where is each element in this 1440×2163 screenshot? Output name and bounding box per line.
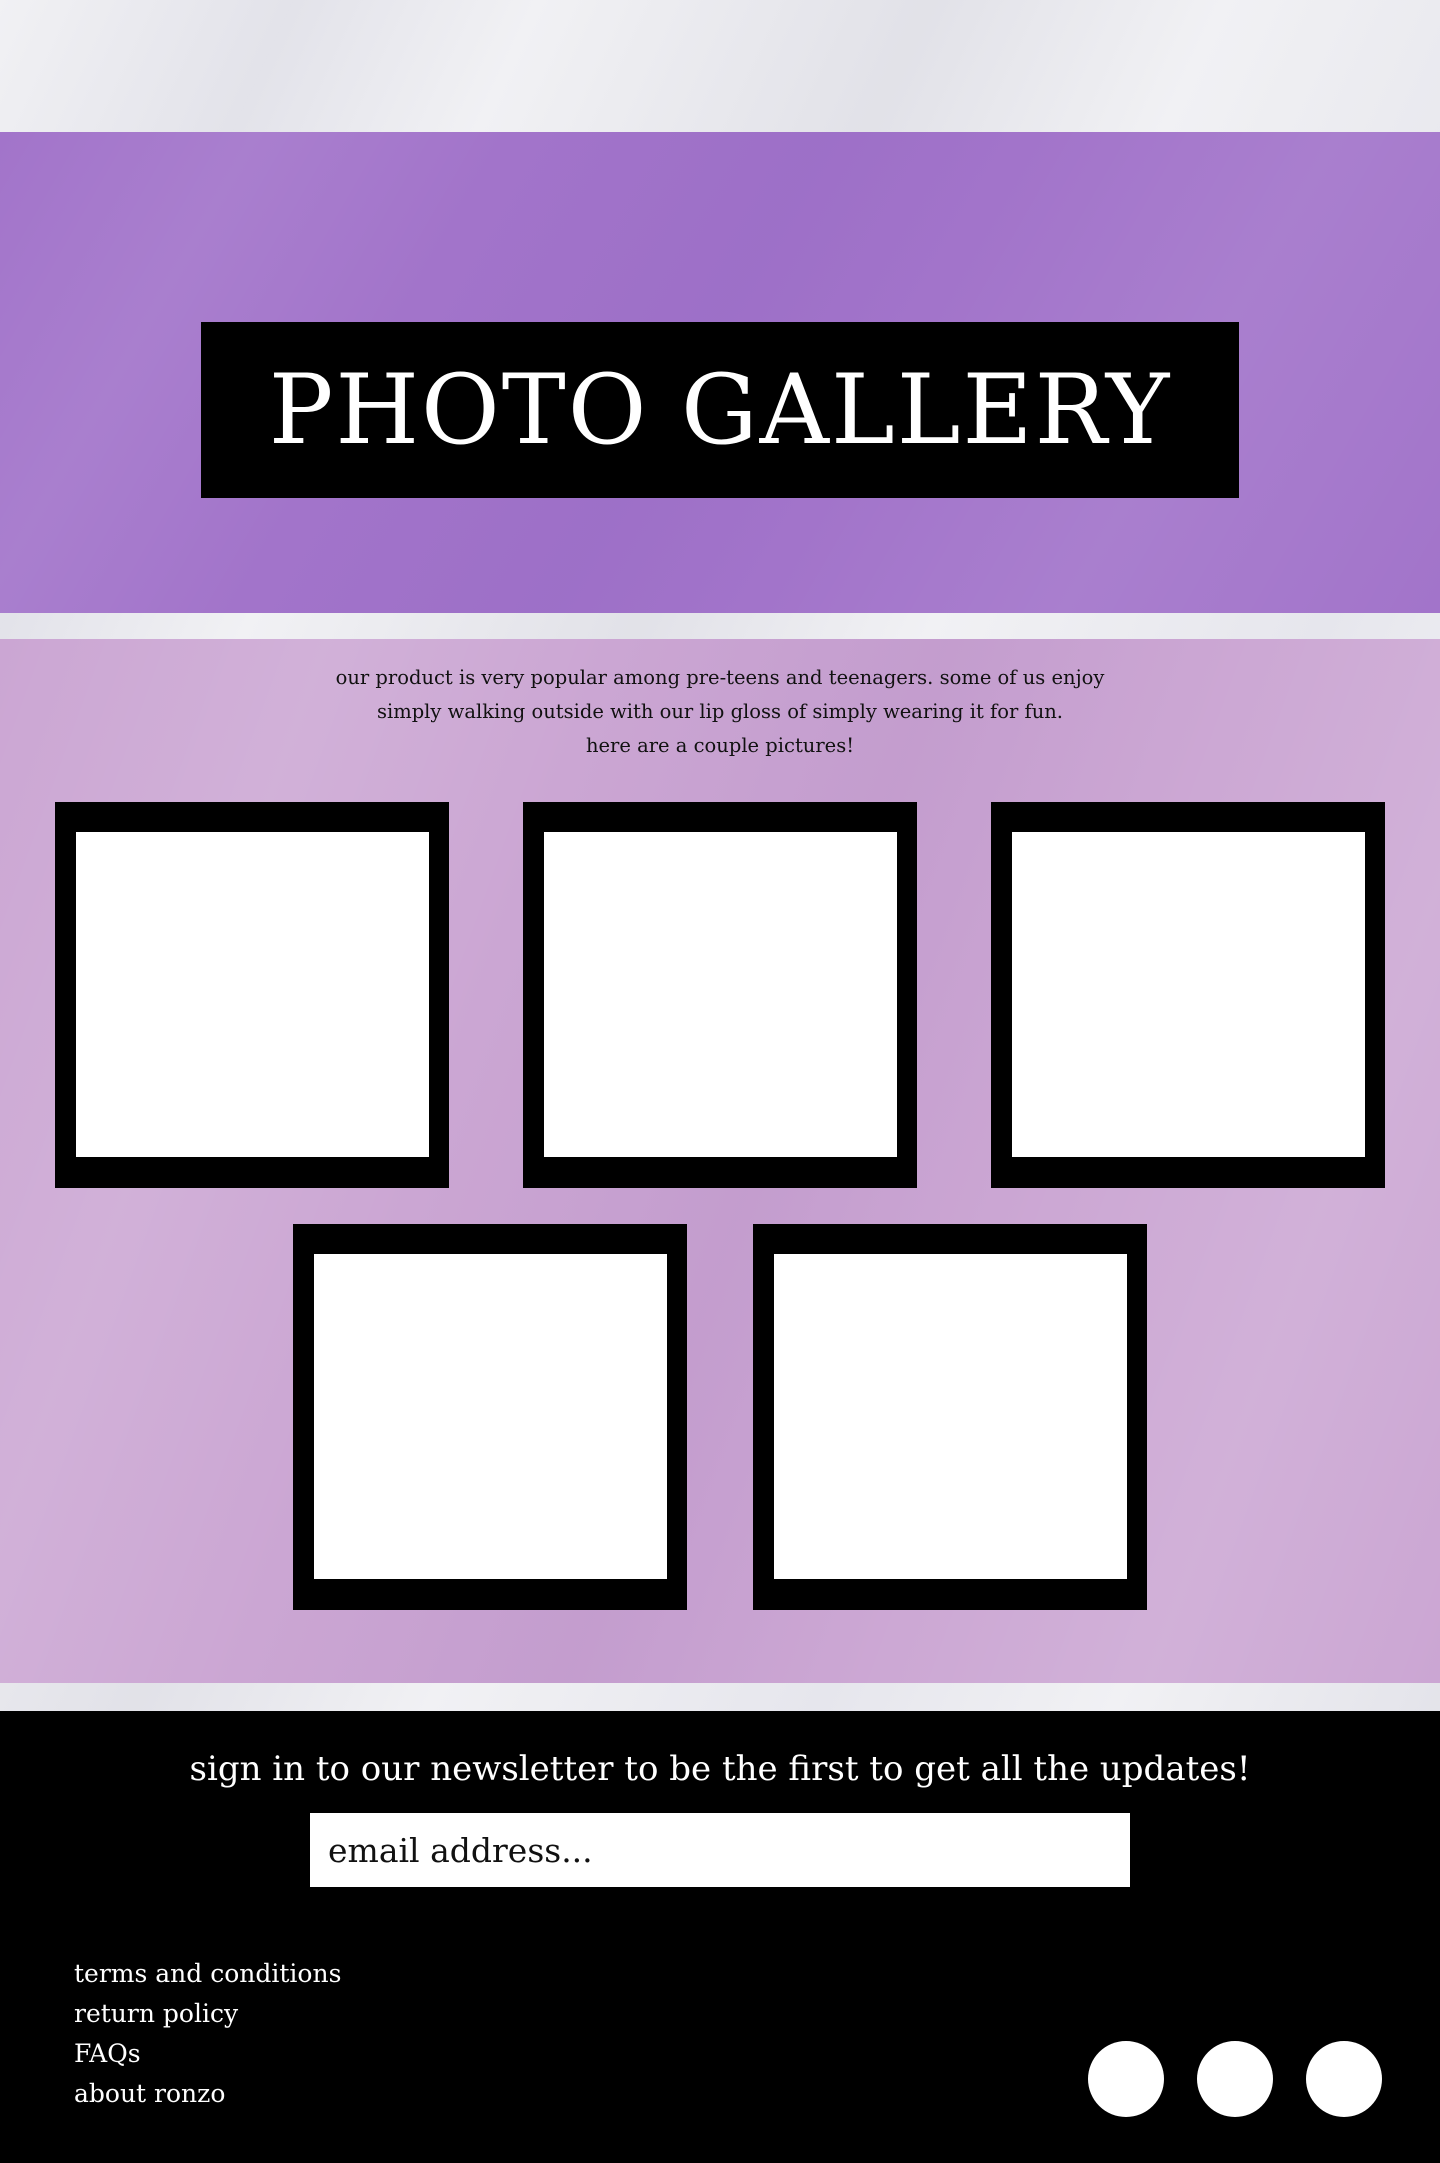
social-circle-icon[interactable] [1088, 2041, 1164, 2117]
intro-line-1: our product is very popular among pre-te… [335, 666, 1105, 689]
intro-line-2: simply walking outside with our lip glos… [376, 700, 1064, 723]
footer-links: terms and conditions return policy FAQs … [74, 1954, 341, 2114]
hero-banner: PHOTO GALLERY [0, 132, 1440, 613]
footer-link-about[interactable]: about ronzo [74, 2074, 341, 2114]
newsletter-heading: sign in to our newsletter to be the firs… [189, 1749, 1251, 1789]
photo-frame-5[interactable] [753, 1224, 1147, 1610]
social-circle-icon[interactable] [1197, 2041, 1273, 2117]
photo-frame-3[interactable] [991, 802, 1385, 1188]
photo-frame-1[interactable] [55, 802, 449, 1188]
footer-link-terms[interactable]: terms and conditions [74, 1954, 341, 1994]
photo-gallery-section: our product is very popular among pre-te… [0, 639, 1440, 1683]
footer-link-return-policy[interactable]: return policy [74, 1994, 341, 2034]
photo-placeholder-2 [544, 832, 897, 1157]
social-circle-icon[interactable] [1306, 2041, 1382, 2117]
gallery-intro: our product is very popular among pre-te… [220, 661, 1220, 763]
photo-frame-2[interactable] [523, 802, 917, 1188]
photo-placeholder-5 [774, 1254, 1127, 1579]
footer-link-faqs[interactable]: FAQs [74, 2034, 341, 2074]
photo-placeholder-1 [76, 832, 429, 1157]
photo-placeholder-4 [314, 1254, 667, 1579]
site-footer: sign in to our newsletter to be the firs… [0, 1711, 1440, 2163]
page-title: PHOTO GALLERY [268, 354, 1172, 466]
email-field[interactable] [310, 1813, 1130, 1887]
page-title-box: PHOTO GALLERY [201, 322, 1239, 498]
photo-placeholder-3 [1012, 832, 1365, 1157]
photo-frame-4[interactable] [293, 1224, 687, 1610]
intro-line-3: here are a couple pictures! [585, 734, 855, 757]
